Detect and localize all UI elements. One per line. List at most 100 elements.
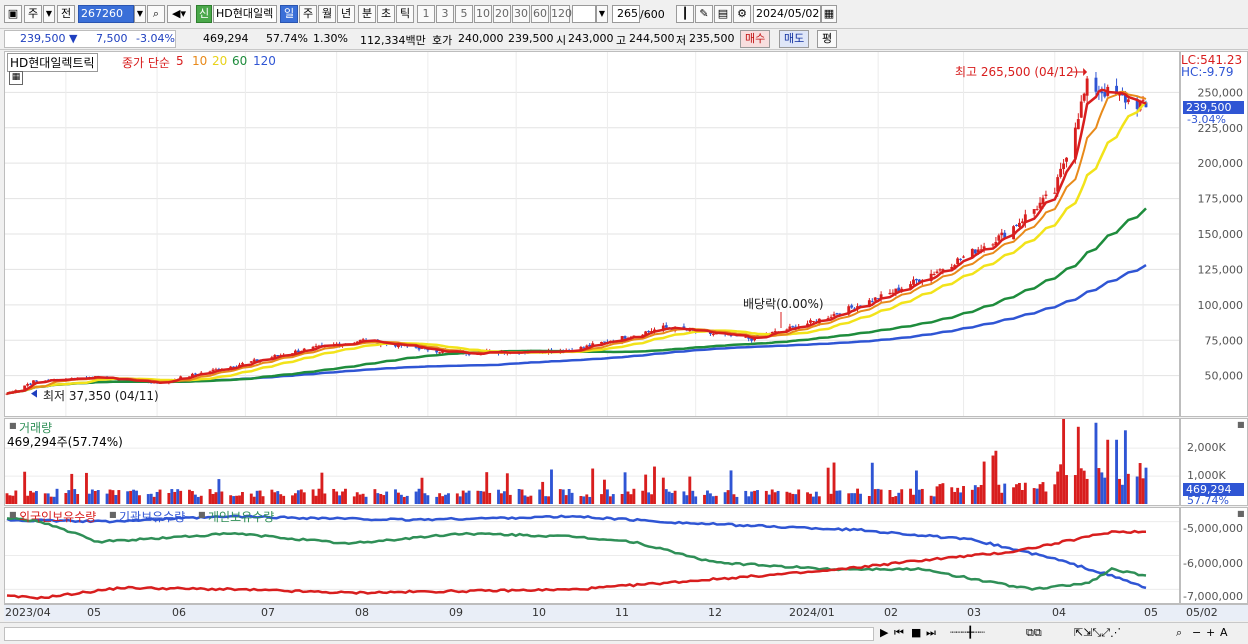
interval-120[interactable]: 120	[550, 5, 572, 23]
volume-bar	[588, 496, 592, 504]
tools-icon[interactable]: ✎	[695, 5, 713, 23]
scroll-start-icon[interactable]: ⏮	[894, 626, 904, 640]
candle-body	[873, 297, 877, 301]
calendar-icon[interactable]: ▦	[821, 5, 837, 23]
chart-title[interactable]: HD현대일렉트릭	[7, 53, 98, 72]
volume-bar	[1123, 430, 1127, 504]
code-dropdown-icon[interactable]: ▼	[134, 5, 146, 23]
candle-body	[314, 345, 318, 348]
candle-body	[241, 363, 244, 365]
calculator-icon[interactable]: ▦	[9, 71, 23, 85]
zoom-slider[interactable]: ┈┈┈╂┈┈	[950, 626, 985, 639]
stock-code-input[interactable]: 267260	[78, 5, 134, 23]
chart-scrollbar[interactable]	[4, 627, 874, 641]
interval-20[interactable]: 20	[493, 5, 511, 23]
period-tab-week[interactable]: 주	[299, 5, 317, 23]
auto-scale-icon[interactable]: A	[1220, 626, 1228, 639]
candle-icon[interactable]: ┃	[676, 5, 694, 23]
stock-name-field[interactable]: HD현대일렉	[213, 5, 277, 23]
x-label: 09	[449, 606, 463, 619]
volume-bar	[929, 495, 933, 504]
period-tab-year[interactable]: 년	[337, 5, 355, 23]
interval-60[interactable]: 60	[531, 5, 549, 23]
holdings-panel: ■ 외국인보유수량 ■ 기관보유수량 ■ 개인보유수량	[4, 507, 1180, 604]
interval-input[interactable]	[572, 5, 596, 23]
save-icon[interactable]: ▤	[714, 5, 732, 23]
volume-bar	[394, 489, 397, 504]
volume-bar	[726, 490, 730, 504]
interval-1[interactable]: 1	[417, 5, 435, 23]
price-tick-label: 75,000	[1205, 334, 1244, 347]
panel-close-icon[interactable]: ■	[1237, 420, 1245, 429]
volume-bar	[685, 495, 689, 504]
volume-bar	[52, 496, 56, 504]
volume-bar	[714, 495, 718, 504]
stop-icon[interactable]: ■	[911, 626, 921, 639]
candle-body	[1126, 99, 1130, 103]
volume-bar	[1103, 477, 1107, 504]
date-input[interactable]: 2024/05/02	[753, 5, 821, 23]
volume-bar	[982, 461, 986, 504]
volume-bar	[1012, 487, 1015, 504]
zoom-icon[interactable]: ⌕	[1176, 626, 1182, 640]
volume-bar	[814, 491, 818, 504]
volume-tick-2000k: 2,000K	[1187, 441, 1226, 455]
speaker-icon[interactable]: ◀▾	[167, 5, 191, 23]
volume-bar	[1144, 467, 1148, 504]
period-tab-day[interactable]: 일	[280, 5, 298, 23]
panel-close-icon[interactable]: ■	[1237, 509, 1245, 518]
buy-button[interactable]: 매수	[740, 30, 771, 48]
market-tab[interactable]: 주	[24, 5, 42, 23]
volume-bar	[623, 472, 627, 504]
volume-bar	[723, 492, 727, 504]
price-change: 7,500	[96, 32, 128, 45]
period-tab-tick[interactable]: 틱	[396, 5, 414, 23]
search-icon[interactable]: ⌕	[147, 5, 165, 23]
volume-bar	[261, 496, 265, 504]
candle-body	[711, 333, 715, 335]
interval-10[interactable]: 10	[474, 5, 492, 23]
scroll-end-icon[interactable]: ⏭	[926, 626, 936, 640]
prev-button[interactable]: 전	[57, 5, 75, 23]
interval-5[interactable]: 5	[455, 5, 473, 23]
foreign-legend: 외국인보유수량	[19, 510, 97, 524]
volume-bar	[67, 490, 71, 504]
ma5-line	[6, 88, 1147, 395]
volume-bar	[1041, 482, 1045, 504]
price-tick-label: 250,000	[1198, 86, 1244, 99]
zoom-out-icon[interactable]: −	[1192, 626, 1201, 639]
volume-bar	[311, 489, 315, 504]
zoom-in-icon[interactable]: +	[1206, 626, 1215, 639]
layout-icon[interactable]: ⧉⧉	[1026, 626, 1042, 640]
chevron-down-icon[interactable]: ▼	[43, 5, 55, 23]
period-tab-second[interactable]: 초	[377, 5, 395, 23]
volume-bar	[520, 489, 524, 504]
draw-tools-icon[interactable]: ⇱⇲⤡⤢⋰	[1074, 626, 1121, 640]
interval-30[interactable]: 30	[512, 5, 530, 23]
period-tab-minute[interactable]: 분	[358, 5, 376, 23]
candle-body	[1018, 222, 1021, 227]
window-icon[interactable]: ▣	[4, 5, 22, 23]
sell-button[interactable]: 매도	[779, 30, 810, 48]
period-tab-month[interactable]: 월	[318, 5, 336, 23]
quote-ask: 240,000	[458, 32, 504, 45]
gear-icon[interactable]: ⚙	[733, 5, 751, 23]
volume-bar	[976, 487, 980, 504]
institution-legend: 기관보유수량	[119, 510, 186, 524]
eval-button[interactable]: 평	[817, 30, 838, 48]
low-annotation-arrowhead	[31, 389, 37, 398]
candle-body	[832, 314, 836, 317]
volume-bar	[897, 492, 901, 504]
volume-bar	[670, 492, 674, 504]
volume-bar	[973, 485, 977, 504]
candle-body	[973, 249, 977, 254]
volume-bar	[426, 495, 430, 504]
volume-bar	[32, 492, 35, 504]
holdings-axis: ■ -5,000,000 -6,000,000 -7,000,000	[1180, 507, 1248, 604]
candle-body	[623, 336, 627, 339]
scroll-right-icon[interactable]: ▶	[880, 626, 888, 639]
interval-dropdown-icon[interactable]: ▼	[596, 5, 608, 23]
interval-3[interactable]: 3	[436, 5, 454, 23]
count-input[interactable]: 265	[612, 5, 640, 23]
volume-bar	[744, 490, 748, 504]
